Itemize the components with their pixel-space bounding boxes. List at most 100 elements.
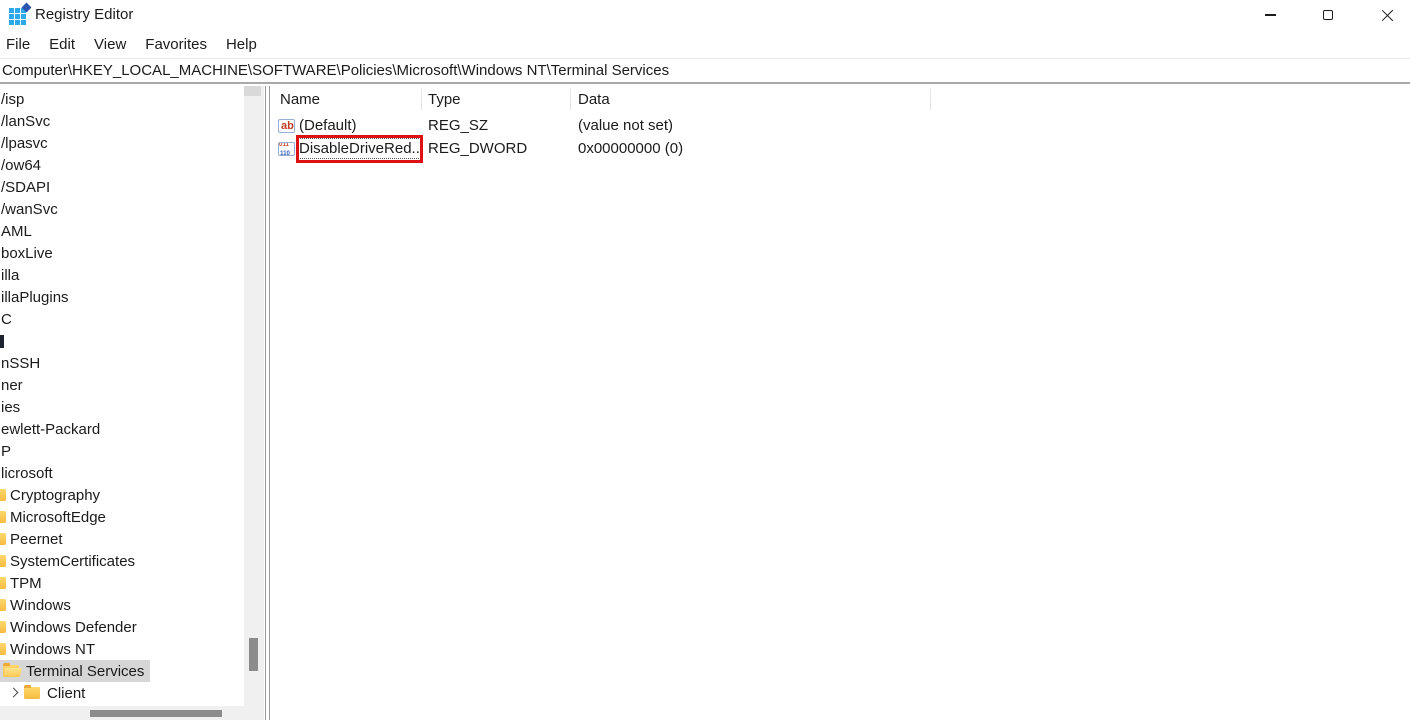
registry-value-row[interactable]: DisableDriveRed... REG_DWORD 0x00000000 (0… (271, 137, 1410, 160)
tree-item-label: /SDAPI (1, 178, 51, 196)
tree-item[interactable] (0, 330, 244, 352)
column-header-type[interactable]: Type (428, 91, 461, 108)
folder-icon (0, 641, 6, 657)
tree-item[interactable]: SystemCertificates (0, 550, 244, 572)
title-bar: Registry Editor (0, 0, 1410, 30)
tree-item[interactable]: Terminal Services (0, 660, 244, 682)
tree-item[interactable]: P (0, 440, 244, 462)
registry-value-row[interactable]: (Default) REG_SZ (value not set) (271, 114, 1410, 137)
value-name-cell[interactable]: (Default) (278, 114, 357, 137)
tree-item[interactable]: /isp (0, 88, 244, 110)
list-header: Name Type Data (271, 86, 1410, 114)
tree-item[interactable]: Client (0, 682, 244, 704)
tree-item[interactable]: /SDAPI (0, 176, 244, 198)
tree-item-label: nSSH (1, 354, 41, 372)
menu-file[interactable]: File (6, 36, 30, 53)
tree-item-label: SystemCertificates (10, 552, 136, 570)
tree-item[interactable]: licrosoft (0, 462, 244, 484)
folder-icon (0, 619, 6, 635)
column-divider[interactable] (930, 89, 931, 110)
tree-pane: /isp/lanSvc/lpasvc/ow64/SDAPI/wanSvc AML b… (0, 86, 244, 706)
minimize-icon (1264, 14, 1276, 16)
maximize-icon (1323, 10, 1333, 20)
tree-item-label: ner (1, 376, 23, 394)
tree-item[interactable]: ner (0, 374, 244, 396)
menu-view[interactable]: View (94, 36, 126, 53)
column-divider[interactable] (421, 89, 422, 110)
value-type: REG_SZ (428, 117, 489, 134)
value-name-cell[interactable]: DisableDriveRed... (278, 137, 423, 160)
menu-bar: File Edit View Favorites Help (0, 30, 1410, 58)
tree-item[interactable]: Peernet (0, 528, 244, 550)
tree-item[interactable]: Windows Defender (0, 616, 244, 638)
value-name: (Default) (299, 117, 357, 134)
tree-item-label: ies (1, 398, 21, 416)
menu-favorites[interactable]: Favorites (145, 36, 207, 53)
tree-item-label: MicrosoftEdge (10, 508, 106, 526)
tree-item-label: licrosoft (1, 464, 53, 482)
tree-item-label: illaPlugins (1, 288, 69, 306)
address-bar-path: Computer\HKEY_LOCAL_MACHINE\SOFTWARE\Pol… (2, 62, 670, 79)
folder-icon (24, 684, 40, 699)
clipped-key-fragment (0, 334, 4, 348)
column-divider[interactable] (570, 89, 571, 110)
minimize-button[interactable] (1247, 0, 1293, 30)
tree-item[interactable]: boxLive (0, 242, 244, 264)
tree-item-label: C (1, 310, 12, 328)
tree-item[interactable]: Windows NT (0, 638, 244, 660)
value-type: REG_DWORD (428, 140, 528, 157)
tree-item[interactable]: /ow64 (0, 154, 244, 176)
registry-editor-icon (9, 2, 32, 25)
tree-horizontal-scrollbar-thumb[interactable] (90, 710, 222, 717)
open-folder-icon (3, 662, 19, 677)
chevron-right-icon[interactable] (8, 688, 18, 698)
tree-item-label: Windows Defender (10, 618, 137, 636)
folder-icon (0, 531, 6, 547)
column-header-data[interactable]: Data (578, 91, 610, 108)
window-title: Registry Editor (35, 6, 134, 23)
maximize-button[interactable] (1305, 0, 1351, 30)
tree-item[interactable]: Cryptography (0, 484, 244, 506)
tree-item-label: /lanSvc (1, 112, 51, 130)
tree-item[interactable]: /lanSvc (0, 110, 244, 132)
tree-item-label: illa (1, 266, 20, 284)
menu-edit[interactable]: Edit (49, 36, 75, 53)
close-icon (1381, 9, 1394, 22)
folder-icon (0, 575, 6, 591)
tree-item[interactable]: /lpasvc (0, 132, 244, 154)
folder-icon (0, 509, 6, 525)
tree-item-label: /lpasvc (1, 134, 48, 152)
tree-item[interactable]: ies (0, 396, 244, 418)
content-area: /isp/lanSvc/lpasvc/ow64/SDAPI/wanSvc AML b… (0, 86, 1410, 720)
tree-item[interactable]: /wanSvc (0, 198, 244, 220)
folder-icon (0, 597, 6, 613)
menu-help[interactable]: Help (226, 36, 257, 53)
folder-icon (0, 487, 6, 503)
tree-item-label: Windows (10, 596, 71, 614)
tree-item[interactable]: MicrosoftEdge (0, 506, 244, 528)
tree-item[interactable]: ewlett-Packard (0, 418, 244, 440)
selected-tree-item[interactable]: Terminal Services (0, 660, 151, 682)
tree-item[interactable]: illa (0, 264, 244, 286)
pane-splitter[interactable] (265, 86, 270, 720)
tree-item-label: ewlett-Packard (1, 420, 101, 438)
tree-item[interactable]: Windows (0, 594, 244, 616)
registry-editor-window: Registry Editor File Edit View Favorites… (0, 0, 1410, 720)
column-header-name[interactable]: Name (280, 91, 320, 108)
folder-icon (0, 553, 6, 569)
tree-vertical-scrollbar-thumb[interactable] (249, 638, 258, 671)
value-data: (value not set) (578, 117, 674, 134)
address-bar[interactable]: Computer\HKEY_LOCAL_MACHINE\SOFTWARE\Pol… (0, 58, 1410, 84)
tree-item[interactable]: TPM (0, 572, 244, 594)
tree-horizontal-scrollbar[interactable] (0, 706, 264, 720)
close-button[interactable] (1364, 0, 1410, 30)
reg-sz-icon (278, 118, 295, 133)
tree-item[interactable]: C (0, 308, 244, 330)
tree-item[interactable]: illaPlugins (0, 286, 244, 308)
tree-item[interactable]: nSSH (0, 352, 244, 374)
tree-vertical-scrollbar[interactable] (244, 86, 264, 706)
tree-item[interactable]: AML (0, 220, 244, 242)
tree-item-label: /isp (1, 90, 25, 108)
tree-item-label: TPM (10, 574, 42, 592)
tree-item-label: P (1, 442, 12, 460)
